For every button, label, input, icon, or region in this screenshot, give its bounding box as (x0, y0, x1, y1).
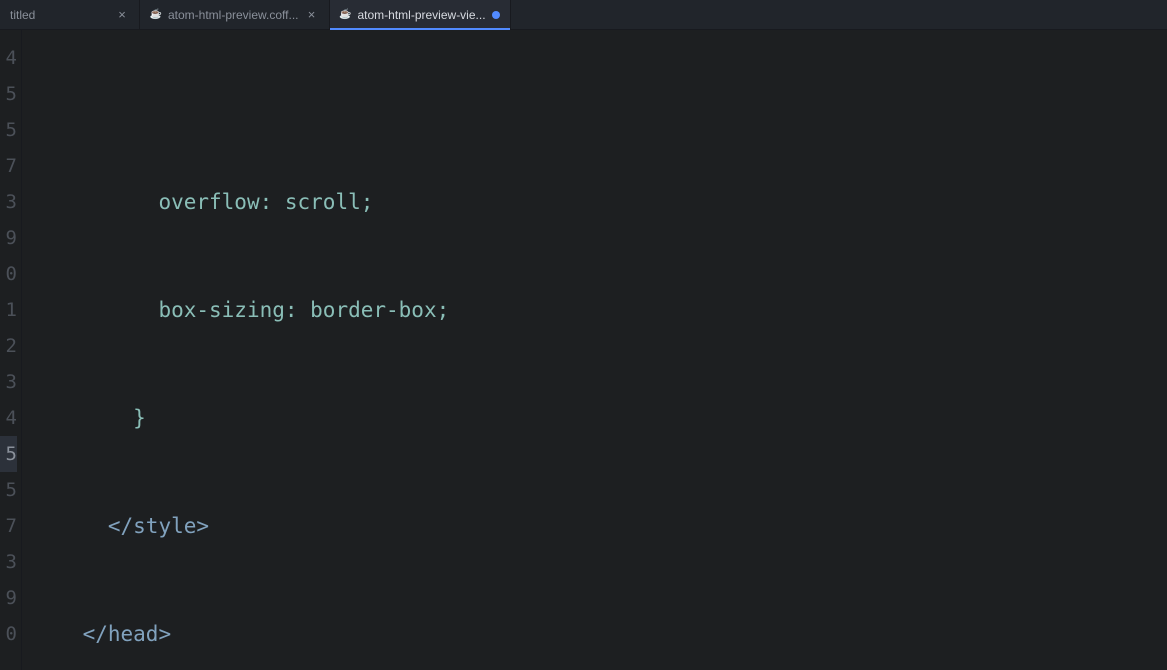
code-line: </head> (32, 616, 1167, 652)
line-number: 4 (0, 40, 17, 76)
line-number: 3 (0, 544, 17, 580)
tab-title: atom-html-preview.coff... (168, 8, 299, 22)
tab-title: titled (10, 8, 109, 22)
code-area[interactable]: overflow: scroll; box-sizing: border-box… (22, 30, 1167, 670)
code-line: } (32, 400, 1167, 436)
tab-coffee-2[interactable]: ☕ atom-html-preview-vie... (330, 0, 511, 29)
line-number: 0 (0, 616, 17, 652)
coffee-icon: ☕ (150, 9, 162, 21)
line-number: 5 (0, 112, 17, 148)
tab-untitled[interactable]: titled × (0, 0, 140, 29)
line-number: 7 (0, 148, 17, 184)
line-number: 5 (0, 76, 17, 112)
coffee-icon: ☕ (340, 9, 352, 21)
line-number: 3 (0, 184, 17, 220)
tab-title: atom-html-preview-vie... (358, 8, 486, 22)
line-number: 7 (0, 508, 17, 544)
line-number: 9 (0, 220, 17, 256)
editor: 4 5 5 7 3 9 0 1 2 3 4 5 5 7 3 9 0 overfl… (0, 30, 1167, 670)
line-number-gutter: 4 5 5 7 3 9 0 1 2 3 4 5 5 7 3 9 0 (0, 30, 22, 670)
code-line: </style> (32, 508, 1167, 544)
line-number: 4 (0, 400, 17, 436)
tab-bar: titled × ☕ atom-html-preview.coff... × ☕… (0, 0, 1167, 30)
line-number: 1 (0, 292, 17, 328)
tab-coffee-1[interactable]: ☕ atom-html-preview.coff... × (140, 0, 330, 29)
close-icon[interactable]: × (305, 8, 319, 22)
line-number: 2 (0, 328, 17, 364)
line-number: 9 (0, 580, 17, 616)
code-line: box-sizing: border-box; (32, 292, 1167, 328)
code-line: overflow: scroll; (32, 184, 1167, 220)
line-number: 3 (0, 364, 17, 400)
modified-indicator-icon (492, 11, 500, 19)
line-number: 5 (0, 436, 17, 472)
line-number: 5 (0, 472, 17, 508)
line-number: 0 (0, 256, 17, 292)
close-icon[interactable]: × (115, 8, 129, 22)
